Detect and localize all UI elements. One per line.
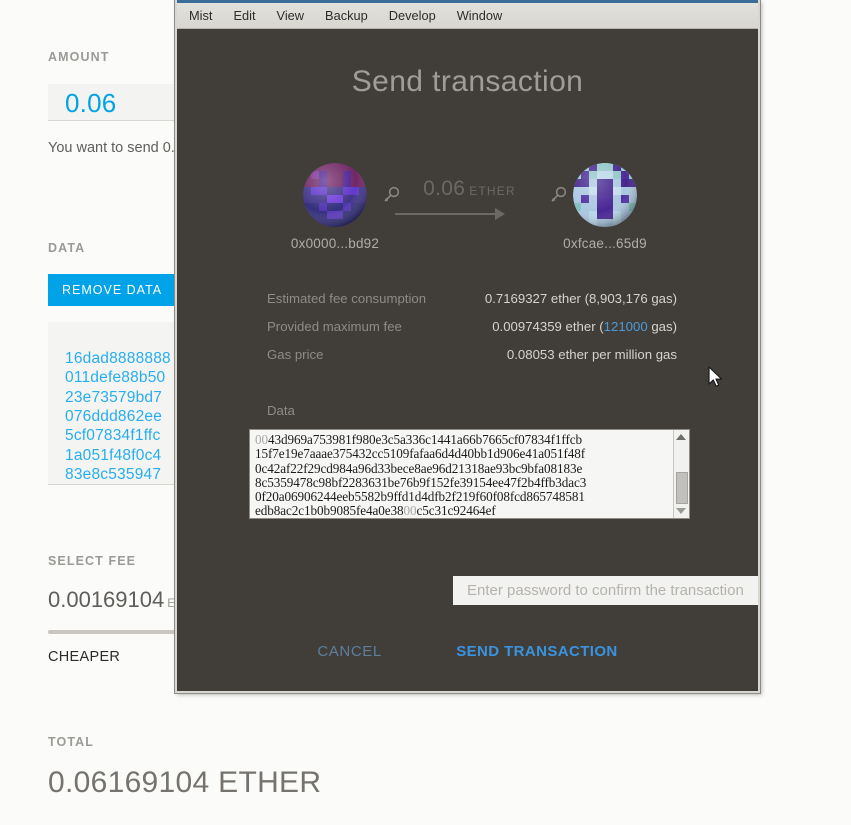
remove-data-button[interactable]: REMOVE DATA bbox=[48, 274, 177, 306]
send-transaction-window: Mist Edit View Backup Develop Window Sen… bbox=[175, 0, 760, 693]
fee-row-maximum-suffix: gas) bbox=[647, 319, 677, 334]
menu-item-mist[interactable]: Mist bbox=[189, 8, 212, 23]
to-address: 0xfcae...65d9 bbox=[563, 236, 647, 251]
select-fee-number: 0.00169104 bbox=[48, 587, 165, 612]
fee-details: Estimated fee consumption 0.7169327 ethe… bbox=[267, 291, 677, 375]
transfer-amount: 0.06 ETHER bbox=[402, 177, 537, 201]
data-scrollbar[interactable] bbox=[673, 430, 689, 518]
menubar: Mist Edit View Backup Develop Window bbox=[177, 3, 758, 29]
amount-label: AMOUNT bbox=[48, 50, 110, 64]
cancel-button[interactable]: CANCEL bbox=[311, 642, 387, 661]
send-transaction-button[interactable]: SEND TRANSACTION bbox=[450, 642, 623, 661]
scroll-down-icon[interactable] bbox=[676, 508, 686, 514]
transfer-arrow-head-icon bbox=[495, 208, 505, 220]
transfer-amount-value: 0.06 bbox=[423, 177, 466, 200]
to-account[interactable]: 0xfcae...65d9 bbox=[525, 163, 685, 251]
modal-data-label: Data bbox=[267, 403, 295, 418]
from-key-icon bbox=[384, 186, 400, 202]
fee-row-gasprice-value: 0.08053 ether per million gas bbox=[506, 347, 677, 362]
to-identicon-svg bbox=[573, 163, 637, 227]
fee-row-gasprice: Gas price 0.08053 ether per million gas bbox=[267, 347, 677, 375]
select-fee-value: 0.00169104ETH bbox=[48, 587, 194, 613]
from-identicon-icon bbox=[303, 163, 367, 227]
from-identicon-svg bbox=[303, 163, 367, 227]
menu-item-window[interactable]: Window bbox=[457, 8, 503, 23]
total-value: 0.06169104 ETHER bbox=[48, 766, 322, 799]
menu-item-develop[interactable]: Develop bbox=[389, 8, 436, 23]
fee-row-maximum-value: 0.00974359 ether (121000 gas) bbox=[492, 319, 677, 334]
transfer-summary: 0x0000...bd92 0.06 ETHER 0xfcae...65d9 bbox=[177, 163, 758, 255]
fee-row-maximum: Provided maximum fee 0.00974359 ether (1… bbox=[267, 319, 677, 347]
fee-row-estimated-value-text: 0.7169327 ether (8,903,176 gas) bbox=[484, 291, 677, 306]
modal-actions: CANCEL SEND TRANSACTION bbox=[177, 642, 758, 661]
modal-data-prefix: 00 bbox=[255, 432, 268, 447]
modal-body: Send transaction 0x0000...bd92 0.06 ETHE… bbox=[177, 29, 758, 690]
fee-row-maximum-label: Provided maximum fee bbox=[267, 319, 402, 334]
data-label: DATA bbox=[48, 241, 86, 255]
page-title: Send transaction bbox=[351, 65, 584, 98]
modal-data-tail: c5c31c92464ef bbox=[416, 503, 496, 519]
gas-limit-link[interactable]: 121000 bbox=[604, 319, 648, 334]
to-identicon-icon bbox=[573, 163, 637, 227]
fee-row-estimated-label: Estimated fee consumption bbox=[267, 291, 427, 306]
fee-row-maximum-prefix: 0.00974359 ether ( bbox=[492, 319, 604, 334]
menu-item-view[interactable]: View bbox=[277, 8, 305, 23]
amount-input-value: 0.06 bbox=[65, 88, 117, 118]
fee-row-gasprice-label: Gas price bbox=[267, 347, 324, 362]
modal-data-hex-text: 0043d969a753981f980e3c5a336c1441a66b7665… bbox=[255, 432, 671, 519]
scroll-up-icon[interactable] bbox=[676, 434, 686, 440]
fee-row-estimated: Estimated fee consumption 0.7169327 ethe… bbox=[267, 291, 677, 319]
menu-item-backup[interactable]: Backup bbox=[325, 8, 368, 23]
total-label: TOTAL bbox=[48, 735, 95, 749]
password-input[interactable] bbox=[453, 576, 758, 605]
fee-slider-cheaper-label: CHEAPER bbox=[48, 649, 121, 665]
menu-item-edit[interactable]: Edit bbox=[233, 8, 255, 23]
select-fee-label: SELECT FEE bbox=[48, 554, 137, 568]
modal-data-textarea[interactable]: 0043d969a753981f980e3c5a336c1441a66b7665… bbox=[249, 429, 690, 519]
transfer-amount-currency: ETHER bbox=[469, 184, 516, 198]
transfer-arrow-line bbox=[395, 213, 497, 215]
modal-data-mid: 00 bbox=[403, 503, 417, 519]
fee-row-estimated-value: 0.7169327 ether (8,903,176 gas) bbox=[485, 291, 677, 306]
scroll-thumb[interactable] bbox=[676, 472, 688, 504]
from-account[interactable]: 0x0000...bd92 bbox=[255, 163, 415, 251]
from-address: 0x0000...bd92 bbox=[290, 236, 380, 251]
